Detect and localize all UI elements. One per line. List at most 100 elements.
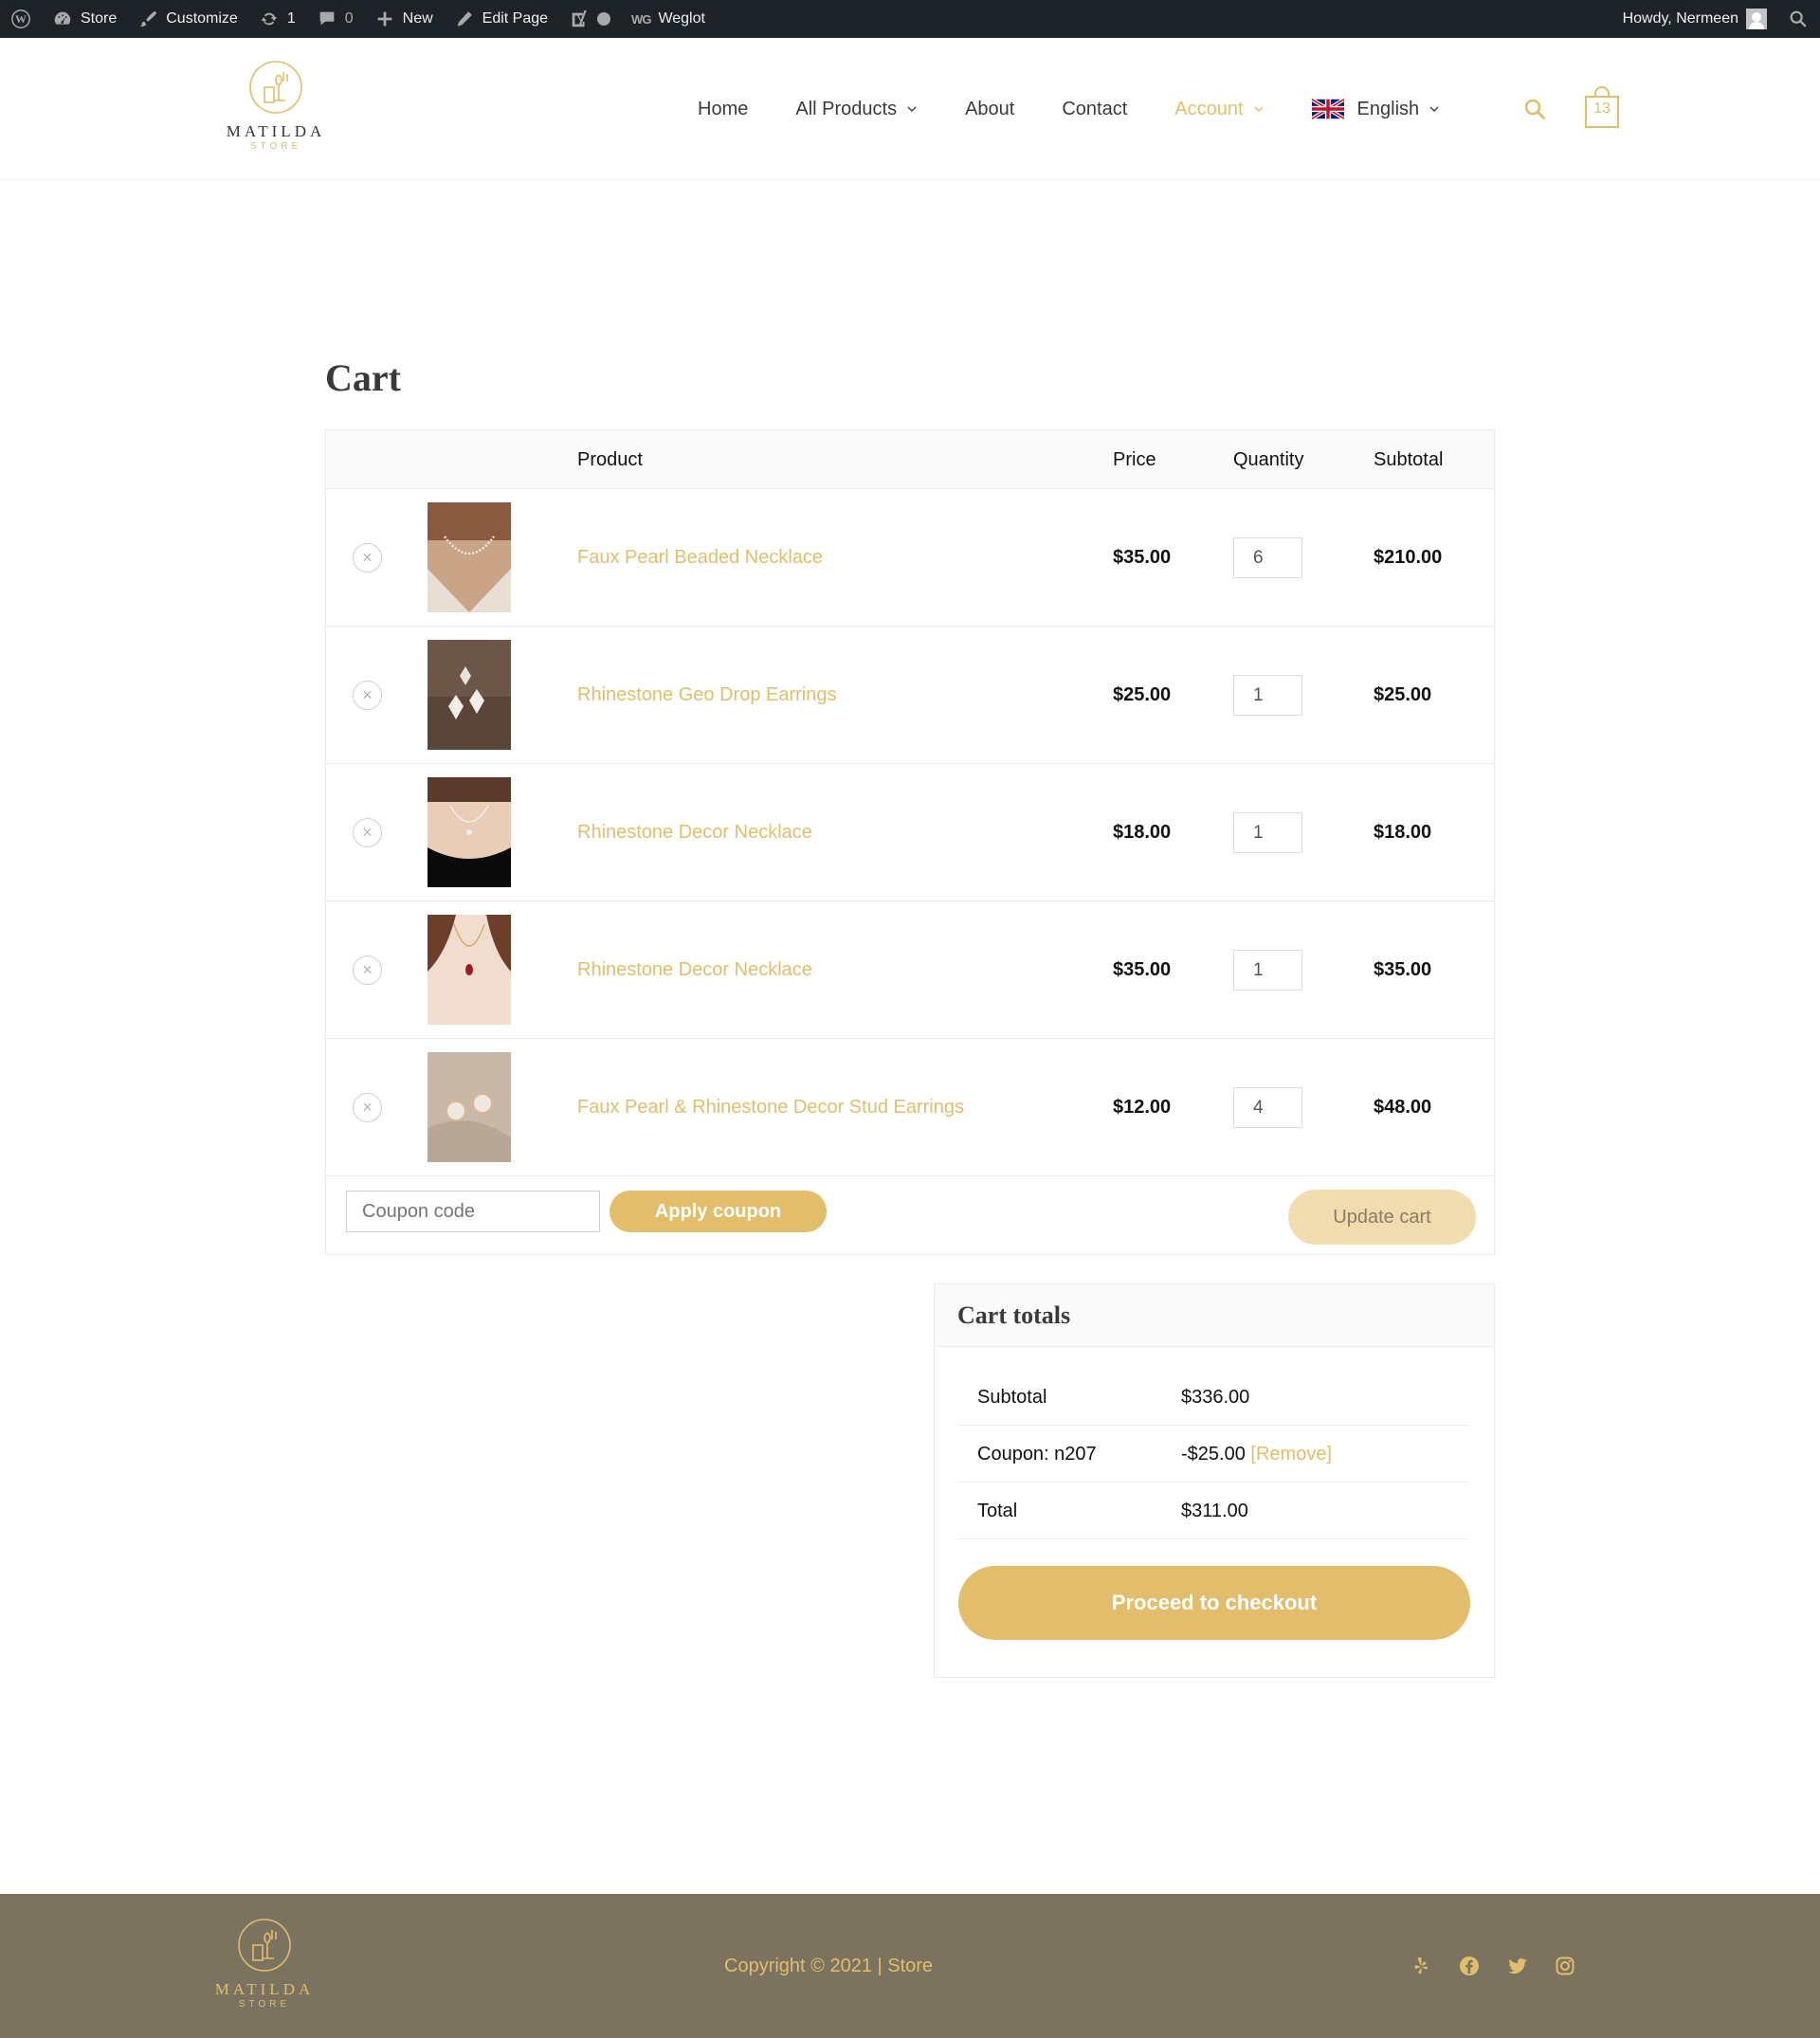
table-row: × Rhinestone Decor Necklace $18.00 1 $18…: [326, 764, 1494, 901]
search-icon[interactable]: [1522, 97, 1549, 123]
site-footer: MATILDA STORE Copyright © 2021 | Store: [0, 1894, 1820, 2038]
product-thumbnail[interactable]: [428, 915, 511, 1025]
quantity-input[interactable]: 1: [1233, 675, 1302, 716]
admin-search-button[interactable]: [1777, 0, 1812, 38]
cart-actions: Coupon code Apply coupon Update cart: [326, 1176, 1494, 1254]
site-header: MATILDA STORE Home All Products About Co…: [0, 38, 1820, 180]
main-navigation: Home All Products About Contact Account …: [698, 38, 1487, 180]
wordpress-icon: W: [11, 9, 30, 28]
proceed-to-checkout-button[interactable]: Proceed to checkout: [958, 1566, 1470, 1640]
total-value: $311.00: [1181, 1501, 1248, 1521]
quantity-input[interactable]: 6: [1233, 537, 1302, 578]
admin-bar: W Store Customize 1 0 New Edit Page WG W…: [0, 0, 1820, 38]
product-price: $25.00: [1113, 684, 1172, 705]
product-price: $18.00: [1113, 822, 1172, 843]
remove-item-button[interactable]: ×: [353, 1093, 382, 1122]
product-name-link[interactable]: Faux Pearl Beaded Necklace: [577, 489, 823, 627]
plus-icon: [377, 11, 391, 27]
logo-name: MATILDA: [226, 122, 326, 140]
product-subtotal: $35.00: [1374, 959, 1432, 980]
decor-necklace-image: [428, 777, 511, 887]
weglot-button[interactable]: WG Weglot: [621, 0, 716, 38]
nav-all-products[interactable]: All Products: [795, 99, 918, 120]
product-name-link[interactable]: Faux Pearl & Rhinestone Decor Stud Earri…: [577, 1039, 964, 1176]
edit-page-button[interactable]: Edit Page: [444, 0, 558, 38]
facebook-icon[interactable]: [1458, 1955, 1481, 1977]
table-row: × Faux Pearl & Rhinestone Decor Stud Ear…: [326, 1039, 1494, 1176]
site-name-label: Store: [81, 10, 118, 27]
coupon-code-input[interactable]: Coupon code: [346, 1191, 600, 1232]
product-subtotal: $18.00: [1374, 822, 1432, 843]
store-logo-icon: [249, 61, 302, 114]
refresh-icon: [261, 12, 278, 26]
quantity-input[interactable]: 1: [1233, 950, 1302, 991]
table-row: × Faux Pearl Beaded Necklace $35.00 6 $2…: [326, 489, 1494, 627]
logo-name: MATILDA: [214, 1980, 315, 1998]
totals-subtotal-row: Subtotal $336.00: [957, 1369, 1469, 1426]
remove-coupon-link[interactable]: [Remove]: [1250, 1444, 1332, 1465]
nav-home[interactable]: Home: [698, 99, 748, 120]
table-header: Product Price Quantity Subtotal: [326, 430, 1494, 489]
search-icon: [1790, 10, 1807, 27]
new-content-button[interactable]: New: [364, 0, 444, 38]
dashboard-icon: [54, 11, 71, 25]
product-thumbnail[interactable]: [428, 1052, 511, 1162]
table-row: × Rhinestone Geo Drop Earrings $25.00 1 …: [326, 627, 1494, 764]
subtotal-value: $336.00: [1181, 1387, 1250, 1408]
product-subtotal: $210.00: [1374, 547, 1443, 568]
product-thumbnail[interactable]: [428, 640, 511, 750]
comments-button[interactable]: 0: [306, 0, 364, 38]
stud-earrings-image: [428, 1052, 511, 1162]
nav-about[interactable]: About: [965, 99, 1014, 120]
twitter-icon[interactable]: [1506, 1955, 1529, 1977]
customize-button[interactable]: Customize: [127, 0, 248, 38]
product-thumbnail[interactable]: [428, 777, 511, 887]
product-subtotal: $25.00: [1374, 684, 1432, 705]
logo-sub: STORE: [249, 141, 302, 152]
quantity-column-header: Quantity: [1233, 449, 1304, 470]
product-thumbnail[interactable]: [428, 502, 511, 612]
seo-status-icon: [597, 12, 611, 26]
site-logo[interactable]: MATILDA STORE: [224, 59, 328, 152]
coupon-label: Coupon: n207: [977, 1444, 1097, 1465]
edit-page-label: Edit Page: [482, 10, 549, 27]
nav-contact[interactable]: Contact: [1062, 99, 1127, 120]
wordpress-logo-button[interactable]: W: [0, 0, 42, 38]
remove-item-button[interactable]: ×: [353, 543, 382, 573]
nav-contact-label: Contact: [1062, 98, 1128, 119]
comment-icon: [319, 11, 335, 26]
cart-count: 13: [1593, 100, 1611, 117]
totals-total-row: Total $311.00: [957, 1483, 1469, 1539]
product-price: $35.00: [1113, 959, 1172, 980]
product-name-link[interactable]: Rhinestone Decor Necklace: [577, 764, 812, 901]
header-cart-button[interactable]: 13: [1583, 85, 1621, 129]
yoast-icon: [572, 9, 587, 27]
quantity-input[interactable]: 1: [1233, 812, 1302, 853]
product-name-link[interactable]: Rhinestone Geo Drop Earrings: [577, 627, 836, 764]
quantity-input[interactable]: 4: [1233, 1087, 1302, 1128]
product-name-link[interactable]: Rhinestone Decor Necklace: [577, 901, 812, 1039]
yoast-seo-button[interactable]: [558, 0, 621, 38]
cart-table: Product Price Quantity Subtotal × Faux P…: [325, 429, 1495, 1255]
apply-coupon-button[interactable]: Apply coupon: [610, 1191, 827, 1232]
store-logo-icon: [238, 1919, 291, 1972]
user-account-menu[interactable]: Howdy, Nermeen: [1612, 0, 1777, 38]
nav-account-label: Account: [1174, 98, 1244, 119]
remove-item-button[interactable]: ×: [353, 681, 382, 710]
language-switcher[interactable]: English: [1311, 99, 1441, 120]
yelp-icon[interactable]: [1410, 1955, 1432, 1977]
update-cart-button[interactable]: Update cart: [1288, 1190, 1476, 1245]
customize-label: Customize: [166, 10, 238, 27]
updates-button[interactable]: 1: [248, 0, 306, 38]
svg-text:W: W: [15, 12, 27, 26]
site-name-button[interactable]: Store: [42, 0, 127, 38]
page-title: Cart: [325, 356, 401, 399]
price-column-header: Price: [1113, 449, 1156, 470]
remove-item-button[interactable]: ×: [353, 955, 382, 985]
remove-item-button[interactable]: ×: [353, 818, 382, 847]
uk-flag-icon: [1311, 99, 1344, 119]
footer-logo[interactable]: MATILDA STORE: [212, 1917, 317, 2010]
pearl-necklace-image: [428, 502, 511, 612]
nav-account[interactable]: Account: [1174, 99, 1264, 120]
instagram-icon[interactable]: [1554, 1955, 1576, 1977]
